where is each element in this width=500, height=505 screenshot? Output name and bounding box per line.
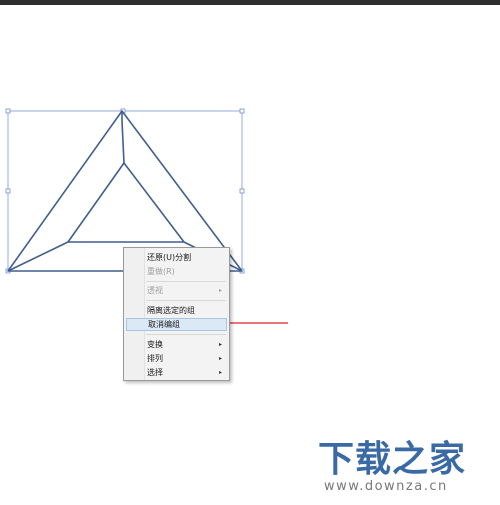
menu-item-undo-split[interactable]: 还原(U)分割 — [126, 251, 227, 264]
watermark-brand: 下载之家 — [318, 439, 467, 480]
submenu-arrow-icon: ▸ — [218, 355, 222, 362]
menu-item-label: 透视 — [147, 286, 163, 295]
resize-handle-middle-left[interactable] — [5, 188, 11, 194]
menu-item-label: 选择 — [147, 368, 163, 377]
menu-item-label: 还原(U)分割 — [147, 253, 192, 262]
menu-item-isolate-selected-group[interactable]: 隔离选定的组 — [126, 304, 227, 317]
watermark-url: www.downza.cn — [324, 479, 448, 494]
menu-item-arrange[interactable]: 排列 ▸ — [126, 352, 227, 365]
menu-item-label: 排列 — [147, 354, 163, 363]
resize-handle-top-left[interactable] — [5, 108, 11, 114]
context-menu[interactable]: 还原(U)分割 重做(R) 透视 ▸ 隔离选定的组 取消编组 变换 ▸ 排列 ▸… — [123, 247, 230, 381]
bevel-line-left — [7, 241, 69, 272]
bevel-line-top — [121, 111, 125, 164]
menu-separator — [146, 334, 226, 335]
menu-item-redo[interactable]: 重做(R) — [126, 265, 227, 278]
inner-triangle[interactable] — [67, 162, 185, 243]
menu-item-label: 取消编组 — [148, 320, 180, 329]
resize-handle-top-right[interactable] — [239, 108, 245, 114]
submenu-arrow-icon: ▸ — [218, 287, 222, 294]
menu-item-transform[interactable]: 变换 ▸ — [126, 338, 227, 351]
menu-item-perspective[interactable]: 透视 ▸ — [126, 284, 227, 297]
menu-item-label: 隔离选定的组 — [147, 306, 195, 315]
menu-item-label: 重做(R) — [147, 267, 175, 276]
menu-item-select[interactable]: 选择 ▸ — [126, 366, 227, 379]
resize-handle-middle-right[interactable] — [239, 188, 245, 194]
submenu-arrow-icon: ▸ — [218, 341, 222, 348]
menu-separator — [146, 300, 226, 301]
menu-item-label: 变换 — [147, 340, 163, 349]
menu-separator — [146, 281, 226, 282]
submenu-arrow-icon: ▸ — [218, 369, 222, 376]
menu-item-ungroup[interactable]: 取消编组 — [126, 318, 227, 331]
